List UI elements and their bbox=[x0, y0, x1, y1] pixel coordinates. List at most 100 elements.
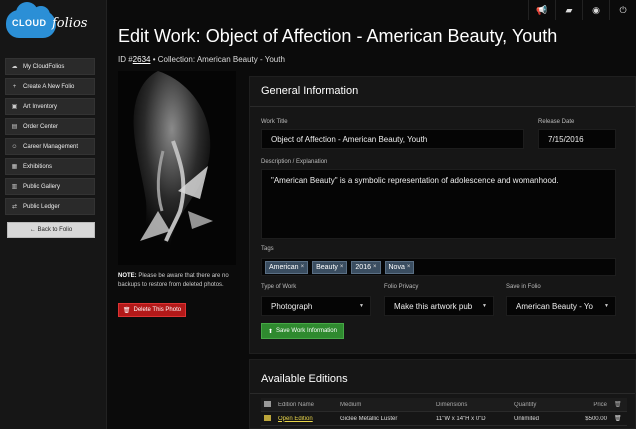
edition-dimensions: 11"W x 14"H x 0"D bbox=[436, 415, 486, 422]
tag-chip[interactable]: American × bbox=[265, 260, 309, 274]
back-to-folio-button[interactable]: ← Back to Folio bbox=[7, 222, 95, 238]
caret-down-icon: ▼ bbox=[482, 303, 487, 309]
remove-tag-icon[interactable]: × bbox=[301, 264, 305, 270]
sidebar-item-label: My CloudFolios bbox=[23, 63, 65, 70]
sidebar-item-career-management[interactable]: ☺ Career Management bbox=[5, 138, 95, 155]
remove-tag-icon[interactable]: × bbox=[373, 264, 377, 270]
logo-text-cloud: CLOUD bbox=[12, 18, 47, 28]
type-of-work-select[interactable]: Photograph ▼ bbox=[261, 296, 371, 316]
delete-photo-button[interactable]: 🗑 Delete This Photo bbox=[118, 303, 186, 317]
briefcase-icon[interactable]: ▰ bbox=[555, 0, 582, 20]
save-in-folio-select[interactable]: American Beauty - Yo ▼ bbox=[506, 296, 616, 316]
tag-label: American bbox=[269, 263, 299, 271]
header-trash-icon: 🗑 bbox=[614, 402, 622, 408]
sidebar-item-label: Create A New Folio bbox=[23, 83, 75, 90]
caret-down-icon: ▼ bbox=[359, 303, 364, 309]
work-id-line: ID #2634 • Collection: American Beauty -… bbox=[118, 55, 285, 64]
sidebar-item-create-a-new-folio[interactable]: + Create A New Folio bbox=[5, 78, 95, 95]
editions-table: Edition Name Medium Dimensions Quantity … bbox=[261, 398, 627, 426]
delete-edition-trash-icon[interactable]: 🗑 bbox=[611, 415, 627, 422]
work-title-label: Work Title bbox=[261, 119, 288, 125]
save-work-information-button[interactable]: ⬆ Save Work Information bbox=[261, 323, 344, 339]
save-in-folio-value: American Beauty - Yo bbox=[516, 301, 593, 311]
tag-chip[interactable]: 2016 × bbox=[351, 260, 381, 274]
tags-label: Tags bbox=[261, 246, 274, 252]
sidebar-item-order-center[interactable]: ▤ Order Center bbox=[5, 118, 95, 135]
work-id-link[interactable]: 2634 bbox=[133, 55, 151, 64]
header-image-icon bbox=[261, 400, 275, 409]
upload-icon: ⬆ bbox=[268, 328, 274, 335]
transfer-icon: ⇄ bbox=[11, 204, 18, 210]
tag-chip[interactable]: Beauty × bbox=[312, 260, 348, 274]
calendar-icon: ▤ bbox=[11, 124, 18, 130]
user-icon: ☺ bbox=[11, 143, 18, 150]
grid-icon: ▥ bbox=[11, 184, 18, 190]
cloud-icon: ☁ bbox=[11, 64, 18, 70]
available-editions-title: Available Editions bbox=[261, 373, 348, 385]
account-icon[interactable]: ◉ bbox=[582, 0, 609, 20]
page-title: Edit Work: Object of Affection - America… bbox=[118, 26, 558, 46]
sidebar-item-label: Order Center bbox=[23, 123, 59, 130]
edition-name-link[interactable]: Open Edition bbox=[275, 416, 337, 422]
tag-chip[interactable]: Nova × bbox=[384, 260, 415, 274]
header-dimensions: Dimensions bbox=[436, 401, 468, 408]
tag-label: Beauty bbox=[316, 263, 338, 271]
header-price: Price bbox=[593, 401, 607, 408]
power-icon[interactable]: ⏻ bbox=[609, 0, 636, 20]
header-quantity: Quantity bbox=[514, 401, 537, 408]
sidebar-item-public-gallery[interactable]: ▥ Public Gallery bbox=[5, 178, 95, 195]
app-root: CLOUD folios ☁ My CloudFolios + Create A Ne… bbox=[0, 0, 636, 429]
release-date-input[interactable]: 7/15/2016 bbox=[538, 129, 616, 149]
sidebar-nav: ☁ My CloudFolios + Create A New Folio ▣ Art I… bbox=[5, 58, 95, 218]
folio-privacy-value: Make this artwork pub bbox=[394, 301, 473, 311]
tags-input[interactable]: American × Beauty × 2016 × Nova × bbox=[261, 258, 616, 276]
folio-privacy-label: Folio Privacy bbox=[384, 284, 419, 290]
id-prefix: ID # bbox=[118, 55, 133, 64]
artwork-photo bbox=[118, 71, 236, 265]
general-information-panel: General Information Work Title Object of… bbox=[249, 76, 636, 354]
work-title-input[interactable]: Object of Affection - American Beauty, Y… bbox=[261, 129, 524, 149]
sidebar-item-label: Career Management bbox=[23, 143, 79, 150]
edition-price: $500.00 bbox=[585, 415, 607, 422]
sidebar-item-exhibitions[interactable]: ▦ Exhibitions bbox=[5, 158, 95, 175]
tag-label: 2016 bbox=[355, 263, 371, 271]
trash-icon: 🗑 bbox=[122, 307, 131, 314]
collection-text: • Collection: American Beauty - Youth bbox=[150, 55, 285, 64]
top-bar-icons: 📢 ▰ ◉ ⏻ bbox=[528, 0, 636, 20]
divider bbox=[250, 106, 635, 107]
table-row: Open Edition Giclee Metallic Luster 11"W… bbox=[261, 412, 627, 426]
header-edition-name: Edition Name bbox=[278, 401, 315, 408]
remove-tag-icon[interactable]: × bbox=[407, 264, 411, 270]
tag-label: Nova bbox=[388, 263, 405, 271]
divider bbox=[250, 393, 635, 394]
type-of-work-label: Type of Work bbox=[261, 284, 297, 290]
folio-privacy-select[interactable]: Make this artwork pub ▼ bbox=[384, 296, 494, 316]
header-medium: Medium bbox=[340, 401, 362, 408]
note-bold: NOTE: bbox=[118, 273, 137, 279]
image-icon[interactable] bbox=[261, 414, 275, 423]
general-information-title: General Information bbox=[261, 85, 359, 97]
sidebar-item-label: Art Inventory bbox=[23, 103, 58, 110]
plus-icon: + bbox=[12, 83, 17, 90]
sidebar-item-label: Public Ledger bbox=[23, 203, 60, 210]
type-of-work-value: Photograph bbox=[271, 301, 313, 311]
remove-tag-icon[interactable]: × bbox=[340, 264, 344, 270]
top-bar: 📢 ▰ ◉ ⏻ bbox=[107, 0, 636, 20]
caret-down-icon: ▼ bbox=[604, 303, 609, 309]
artwork-photo-image bbox=[118, 71, 236, 265]
sidebar-item-label: Exhibitions bbox=[23, 163, 53, 170]
megaphone-icon[interactable]: 📢 bbox=[528, 0, 555, 20]
sidebar-item-art-inventory[interactable]: ▣ Art Inventory bbox=[5, 98, 95, 115]
edition-quantity: Unlimited bbox=[514, 415, 540, 422]
description-textarea[interactable]: "American Beauty" is a symbolic represen… bbox=[261, 169, 616, 239]
save-work-label: Save Work Information bbox=[276, 328, 337, 334]
delete-photo-label: Delete This Photo bbox=[133, 307, 182, 313]
sidebar-item-my-cloudfolios[interactable]: ☁ My CloudFolios bbox=[5, 58, 95, 75]
edition-name[interactable]: Open Edition bbox=[278, 416, 313, 422]
gallery-icon: ▦ bbox=[11, 164, 18, 170]
available-editions-panel: Available Editions Edition Name Medium D… bbox=[249, 359, 636, 429]
sidebar-item-public-ledger[interactable]: ⇄ Public Ledger bbox=[5, 198, 95, 215]
cloudfolios-logo[interactable]: CLOUD folios bbox=[6, 2, 98, 42]
save-in-folio-label: Save in Folio bbox=[506, 284, 541, 290]
release-date-label: Release Date bbox=[538, 119, 575, 125]
